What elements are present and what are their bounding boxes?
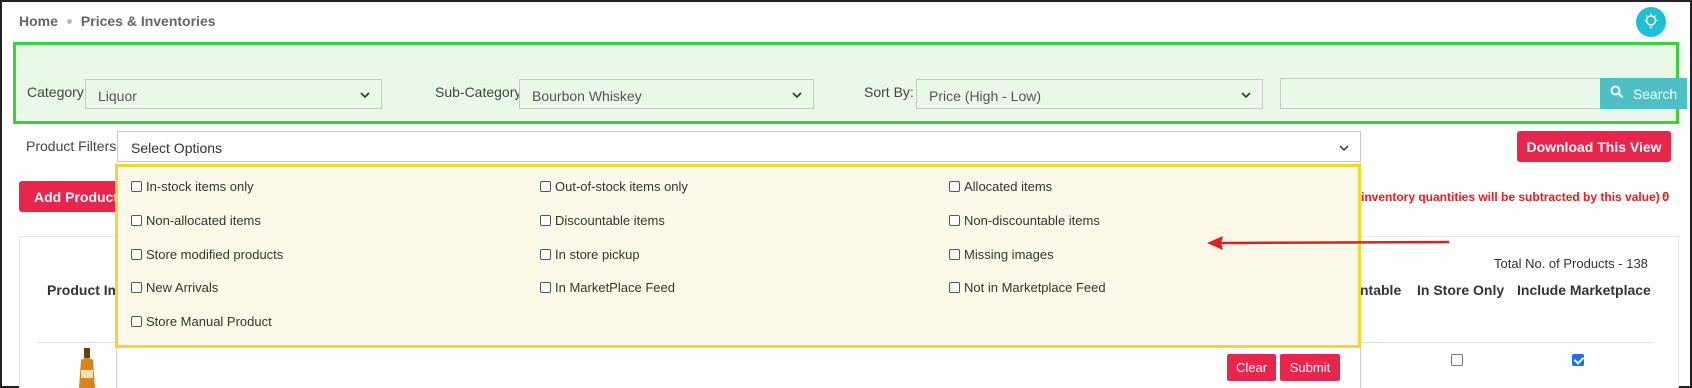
option-label: Store modified products	[146, 247, 284, 262]
option-checkbox[interactable]	[540, 215, 551, 226]
option-checkbox[interactable]	[949, 249, 960, 260]
option-label: In-stock items only	[146, 179, 254, 194]
option-checkbox[interactable]	[540, 282, 551, 293]
product-filters-label: Product Filters:	[26, 138, 121, 154]
option-checkbox[interactable]	[949, 215, 960, 226]
option-out-of-stock[interactable]: Out-of-stock items only	[540, 179, 688, 194]
product-thumbnail[interactable]	[76, 348, 98, 388]
search-input[interactable]	[1280, 78, 1601, 109]
category-value: Liquor	[98, 88, 137, 104]
breadcrumb: Home Prices & Inventories	[19, 13, 216, 29]
category-select[interactable]: Liquor	[85, 79, 382, 109]
option-label: Non-allocated items	[146, 213, 261, 228]
option-label: New Arrivals	[146, 280, 219, 295]
sort-label: Sort By:	[864, 84, 914, 100]
chevron-down-icon	[791, 88, 803, 104]
subcategory-label: Sub-Category:	[435, 84, 526, 100]
option-label: Discountable items	[555, 213, 665, 228]
option-non-discountable[interactable]: Non-discountable items	[949, 213, 1100, 228]
option-label: Missing images	[964, 247, 1054, 262]
breadcrumb-home[interactable]: Home	[19, 13, 58, 29]
column-header-discountable: ntable	[1360, 282, 1402, 298]
option-checkbox[interactable]	[131, 215, 142, 226]
option-checkbox[interactable]	[540, 249, 551, 260]
option-label: In MarketPlace Feed	[555, 280, 675, 295]
option-checkbox[interactable]	[540, 181, 551, 192]
option-in-marketplace-feed[interactable]: In MarketPlace Feed	[540, 280, 675, 295]
inventory-note: inventory quantities will be subtracted …	[1361, 190, 1668, 204]
option-label: Allocated items	[964, 179, 1053, 194]
option-checkbox[interactable]	[949, 181, 960, 192]
sort-select[interactable]: Price (High - Low)	[916, 79, 1263, 109]
submit-button[interactable]: Submit	[1280, 354, 1340, 381]
chevron-down-icon	[1338, 141, 1350, 157]
download-view-button[interactable]: Download This View	[1517, 131, 1671, 162]
filter-bar: Category: Liquor Sub-Category: Bourbon W…	[13, 42, 1687, 124]
option-missing-images[interactable]: Missing images	[949, 247, 1054, 262]
option-new-arrivals[interactable]: New Arrivals	[131, 280, 218, 295]
breadcrumb-current: Prices & Inventories	[80, 13, 216, 29]
first-row-in-store-only-checkbox[interactable]	[1451, 354, 1463, 366]
option-checkbox[interactable]	[949, 282, 960, 293]
option-checkbox[interactable]	[131, 181, 142, 192]
chevron-down-icon	[359, 88, 371, 104]
column-header-in-store-only: In Store Only	[1417, 282, 1505, 298]
option-allocated[interactable]: Allocated items	[949, 179, 1052, 194]
product-filters-select[interactable]: Select Options	[117, 131, 1361, 162]
option-checkbox[interactable]	[131, 249, 142, 260]
option-label: Not in Marketplace Feed	[964, 280, 1106, 295]
subcategory-select[interactable]: Bourbon Whiskey	[519, 79, 814, 109]
option-label: Non-discountable items	[964, 213, 1100, 228]
option-not-in-marketplace-feed[interactable]: Not in Marketplace Feed	[949, 280, 1106, 295]
annotation-arrow-icon	[1207, 233, 1451, 258]
category-label: Category:	[27, 84, 88, 100]
option-checkbox[interactable]	[131, 316, 142, 327]
subcategory-value: Bourbon Whiskey	[532, 88, 642, 104]
option-in-store-pickup[interactable]: In store pickup	[540, 247, 640, 262]
total-products: Total No. of Products - 138	[1494, 256, 1648, 271]
column-header-include-marketplace: Include Marketplace	[1517, 282, 1651, 298]
option-checkbox[interactable]	[131, 282, 142, 293]
option-label: Out-of-stock items only	[555, 179, 688, 194]
add-products-button[interactable]: Add Products	[19, 181, 119, 212]
chevron-down-icon	[1240, 88, 1252, 104]
search-button[interactable]: Search	[1600, 78, 1687, 109]
inventory-note-value: 0	[1662, 189, 1670, 204]
option-non-allocated[interactable]: Non-allocated items	[131, 213, 261, 228]
first-row-include-marketplace-checkbox[interactable]	[1572, 354, 1584, 366]
product-filters-placeholder: Select Options	[131, 140, 223, 156]
breadcrumb-separator	[66, 18, 72, 24]
option-store-manual-product[interactable]: Store Manual Product	[131, 314, 272, 329]
column-header-product-image: Product Im	[47, 282, 121, 298]
sort-value: Price (High - Low)	[929, 88, 1042, 104]
lightbulb-icon[interactable]	[1636, 7, 1666, 37]
option-discountable[interactable]: Discountable items	[540, 213, 665, 228]
clear-button[interactable]: Clear	[1227, 354, 1276, 381]
option-label: In store pickup	[555, 247, 640, 262]
option-label: Store Manual Product	[146, 314, 272, 329]
search-button-label: Search	[1632, 85, 1678, 102]
filter-options-list: In-stock items only Out-of-stock items o…	[115, 164, 1361, 348]
option-in-stock[interactable]: In-stock items only	[131, 179, 254, 194]
search-icon	[1610, 85, 1624, 102]
option-store-modified[interactable]: Store modified products	[131, 247, 283, 262]
